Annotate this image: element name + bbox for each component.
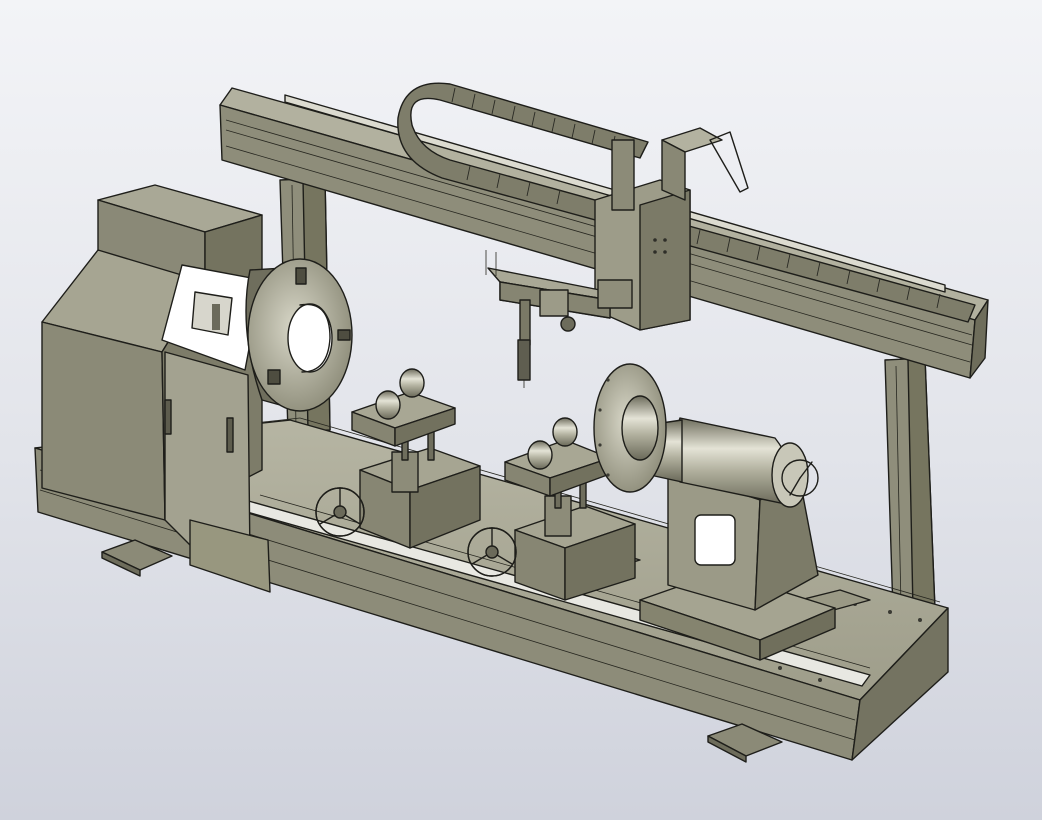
- faceplate: [593, 363, 667, 493]
- tailstock: [639, 417, 836, 661]
- cad-viewport: [0, 0, 1042, 820]
- gantry-leg-right: [884, 357, 936, 613]
- chuck: [245, 258, 353, 412]
- welding-positioner-model: [34, 82, 989, 763]
